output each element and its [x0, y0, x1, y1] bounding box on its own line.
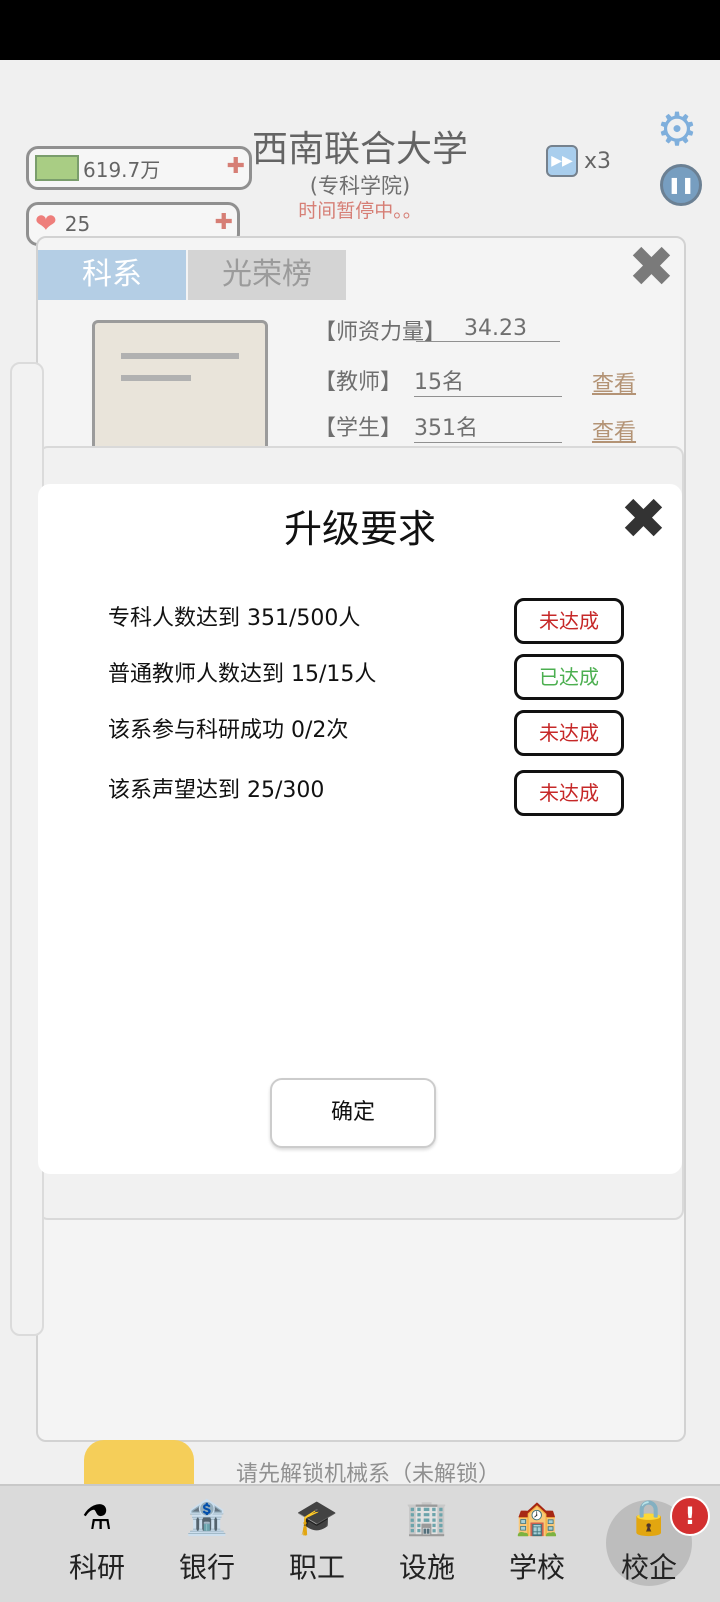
requirement-text: 普通教师人数达到 15/15人 — [108, 662, 377, 687]
facility-icon: 🏢 — [405, 1498, 449, 1538]
upgrade-requirements-modal: 升级要求 ✖ 专科人数达到 351/500人 未达成 普通教师人数达到 15/1… — [38, 484, 682, 1174]
alert-badge-icon: ! — [670, 1496, 710, 1536]
nav-facility[interactable]: 🏢 设施 — [372, 1496, 482, 1586]
close-icon[interactable]: ✖ — [620, 490, 667, 550]
requirement-status: 未达成 — [514, 598, 624, 644]
school-icon: 🏫 — [515, 1498, 559, 1538]
requirement-text: 专科人数达到 351/500人 — [108, 606, 361, 631]
nav-bank[interactable]: 🏦 银行 — [152, 1496, 262, 1586]
nav-research[interactable]: ⚗ 科研 — [42, 1496, 152, 1586]
requirement-status: 已达成 — [514, 654, 624, 700]
requirement-status: 未达成 — [514, 710, 624, 756]
status-bar — [0, 0, 720, 60]
research-icon: ⚗ — [81, 1498, 113, 1538]
bank-icon: 🏦 — [185, 1498, 229, 1538]
requirement-text: 该系声望达到 25/300 — [108, 778, 325, 803]
nav-staff[interactable]: 🎓 职工 — [262, 1496, 372, 1586]
requirement-status: 未达成 — [514, 770, 624, 816]
requirement-text: 该系参与科研成功 0/2次 — [108, 718, 349, 743]
modal-title: 升级要求 — [283, 507, 436, 551]
nav-school[interactable]: 🏫 学校 — [482, 1496, 592, 1586]
staff-icon: 🎓 — [295, 1498, 339, 1538]
confirm-button[interactable]: 确定 — [270, 1078, 436, 1148]
